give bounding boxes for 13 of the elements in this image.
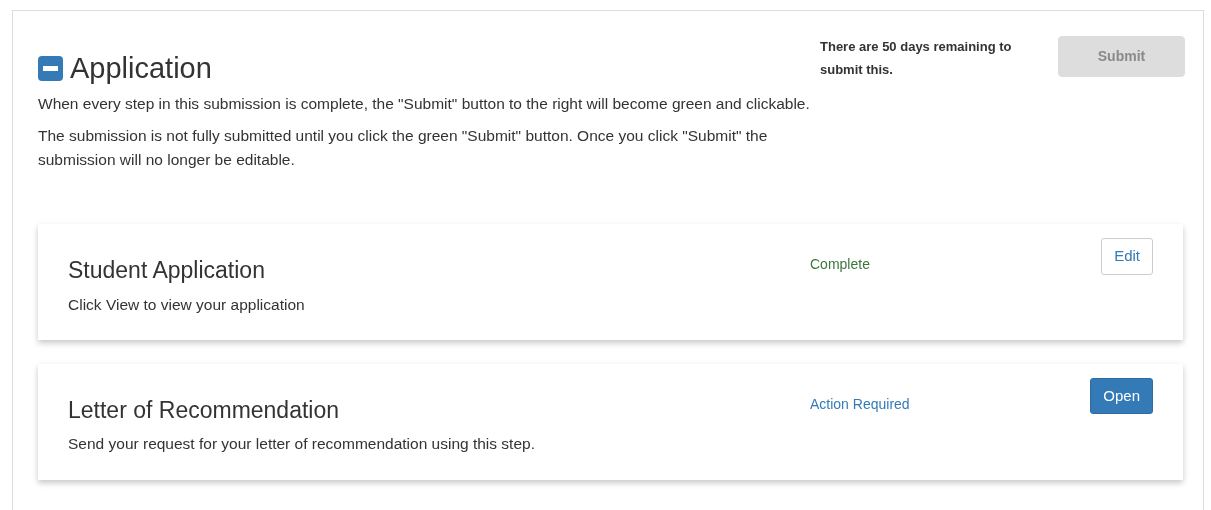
step-title: Letter of Recommendation <box>68 396 341 425</box>
step-status: Action Required <box>810 395 910 412</box>
step-button[interactable]: Open <box>1090 377 1153 415</box>
step-button[interactable]: Edit <box>1101 238 1153 275</box>
instruction-text: When every step in this submission is complete, the "Submit" button to the right will become green and clickable. <box>38 94 811 114</box>
step-description: Click View to view your application <box>68 294 306 315</box>
section-title: Application <box>70 54 212 83</box>
collapse-icon[interactable] <box>38 56 63 81</box>
instruction-text: The submission is not fully submitted until you click the green "Submit" button. Once you click "Submit" the submission will no longer be editable. <box>38 126 769 171</box>
deadline-notice: There are 50 days remaining to submit this. <box>820 38 1013 79</box>
step-description: Send your request for your letter of recommendation using this step. <box>68 434 536 455</box>
step-title: Student Application <box>68 257 266 285</box>
step-status: Complete <box>810 256 870 273</box>
